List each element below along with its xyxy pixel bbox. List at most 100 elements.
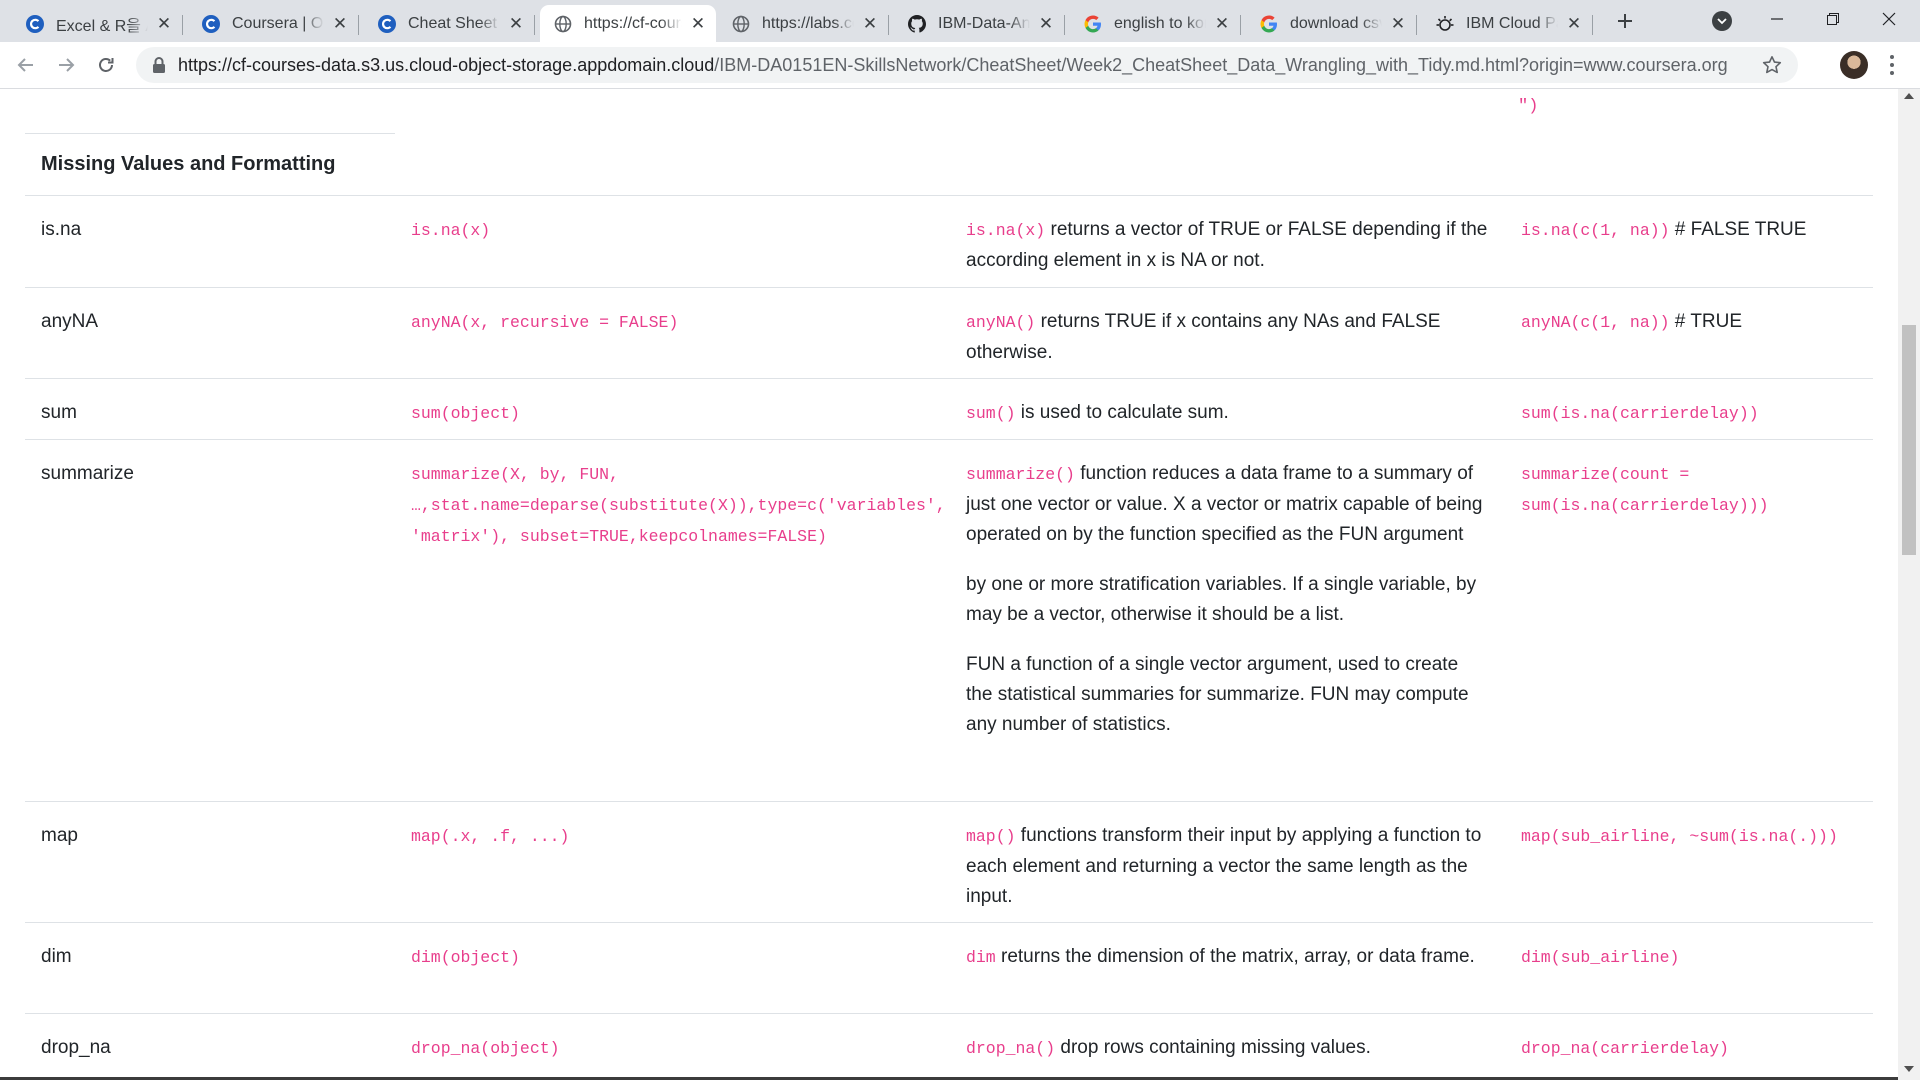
close-icon[interactable]: ✕ [1564,14,1584,34]
example: sum(is.na(carrierdelay)) [1505,379,1873,429]
tab-title: https://labs.cog [762,14,854,32]
description: is.na(x) returns a vector of TRUE or FAL… [950,196,1505,276]
example: drop_na(carrierdelay) [1505,1014,1873,1064]
function-name: sum [41,402,77,423]
scroll-down-arrow-icon[interactable] [1904,1066,1914,1072]
bookmark-star-icon[interactable] [1760,53,1784,77]
close-icon[interactable]: ✕ [1036,14,1056,34]
table-row: dim dim(object) dim returns the dimensio… [25,922,1873,1014]
google-icon [1260,15,1278,33]
example-code: sum(is.na(carrierdelay)) [1521,404,1759,423]
desc-code: dim [966,948,996,967]
table-row: anyNA anyNA(x, recursive = FALSE) anyNA(… [25,287,1873,379]
tab-cheat-sheet[interactable]: Cheat Sheet - ✕ [364,5,535,42]
address-bar[interactable]: https://cf-courses-data.s3.us.cloud-obje… [136,47,1798,83]
globe-icon [732,15,750,33]
table-row: summarize summarize(X, by, FUN, …,stat.n… [25,439,1873,802]
example: map(sub_airline, ~sum(is.na(.))) [1505,802,1873,852]
syntax-code: summarize(X, by, FUN, …,stat.name=depars… [411,465,946,546]
close-icon[interactable]: ✕ [506,14,526,34]
close-icon[interactable]: ✕ [154,14,174,34]
syntax-code: drop_na(object) [411,1039,560,1058]
tab-english-korean[interactable]: english to kore ✕ [1070,5,1241,42]
function-name: summarize [41,463,134,484]
example: dim(sub_airline) [1505,923,1873,973]
table-row: sum sum(object) sum() is used to calcula… [25,378,1873,440]
tab-title: Excel & R을 A [56,17,148,35]
desc-text: returns the dimension of the matrix, arr… [995,946,1475,967]
description: drop_na() drop rows containing missing v… [950,1014,1505,1064]
syntax-code: sum(object) [411,404,520,423]
function-name: is.na [41,219,82,240]
reload-button[interactable] [92,51,120,79]
example: is.na(c(1, na)) # FALSE TRUE [1505,196,1873,246]
desc-code: sum() [966,404,1016,423]
url-host: https://cf-courses-data.s3.us.cloud-obje… [178,55,715,75]
tab-github[interactable]: IBM-Data-Anal ✕ [894,5,1065,42]
close-icon [1882,12,1896,26]
tab-cf-courses-active[interactable]: https://cf-cours ✕ [540,5,716,42]
plus-icon [1618,14,1632,28]
restore-icon [1827,13,1839,25]
example-text: # TRUE [1669,311,1743,332]
forward-button[interactable] [52,51,80,79]
tab-title: IBM Cloud Pak [1466,14,1558,32]
scrollbar-thumb[interactable] [1902,325,1916,555]
previous-row-code-tail: ") [1518,97,1539,116]
tab-search-button[interactable] [1712,11,1732,31]
tab-title: download csv [1290,14,1382,32]
example-text: # FALSE TRUE [1669,219,1807,240]
minimize-button[interactable] [1754,0,1800,38]
google-icon [1084,15,1102,33]
page-viewport: ") Missing Values and Formatting is.na i… [0,89,1898,1080]
tab-title: https://cf-cours [584,14,682,32]
close-icon[interactable]: ✕ [1212,14,1232,34]
divider [25,133,395,134]
close-icon[interactable]: ✕ [1388,14,1408,34]
example-code: is.na(c(1, na)) [1521,221,1670,240]
desc-code: drop_na() [966,1039,1056,1058]
browser-menu-button[interactable] [1884,51,1900,79]
function-name: map [41,825,78,846]
back-button[interactable] [12,51,40,79]
restore-button[interactable] [1810,0,1856,38]
close-icon[interactable]: ✕ [860,14,880,34]
syntax-code: is.na(x) [411,221,491,240]
lock-icon[interactable] [152,56,170,74]
desc-text: drop rows containing missing values. [1055,1037,1371,1058]
example-code: drop_na(carrierdelay) [1521,1039,1729,1058]
close-icon[interactable]: ✕ [330,14,350,34]
desc-code: map() [966,827,1016,846]
chevron-down-icon [1717,17,1727,24]
close-window-button[interactable] [1866,0,1912,38]
description: dim returns the dimension of the matrix,… [950,923,1505,973]
profile-avatar[interactable] [1840,51,1868,79]
vertical-scrollbar[interactable] [1898,89,1920,1080]
tab-coursera[interactable]: Coursera | Online ✕ [188,5,359,42]
url-text: https://cf-courses-data.s3.us.cloud-obje… [178,55,1728,76]
browser-toolbar: https://cf-courses-data.s3.us.cloud-obje… [0,42,1920,89]
tab-ibm-cloud[interactable]: IBM Cloud Pak ✕ [1422,5,1593,42]
example-code: summarize(count = sum(is.na(carrierdelay… [1521,465,1769,515]
reload-icon [99,58,114,72]
description: sum() is used to calculate sum. [950,379,1505,429]
ibm-cloud-icon [1436,15,1454,33]
globe-icon [554,15,572,33]
desc-code: summarize() [966,465,1075,484]
minimize-icon [1771,18,1783,20]
syntax-code: anyNA(x, recursive = FALSE) [411,313,679,332]
example: summarize(count = sum(is.na(carrierdelay… [1505,440,1873,521]
section-title: Missing Values and Formatting [41,153,336,175]
function-name: anyNA [41,311,99,332]
desc-paragraph: FUN a function of a single vector argume… [966,654,1469,735]
example-code: dim(sub_airline) [1521,948,1680,967]
description: map() functions transform their input by… [950,802,1505,912]
syntax-code: map(.x, .f, ...) [411,827,570,846]
new-tab-button[interactable] [1612,8,1638,34]
desc-text: returns a vector of TRUE or FALSE depend… [966,219,1488,271]
tab-download-csv[interactable]: download csv ✕ [1246,5,1417,42]
scroll-up-arrow-icon[interactable] [1904,93,1914,99]
tab-excel-r[interactable]: Excel & R을 A ✕ [12,5,183,42]
tab-labs[interactable]: https://labs.cog ✕ [718,5,889,42]
close-icon[interactable]: ✕ [688,14,708,34]
